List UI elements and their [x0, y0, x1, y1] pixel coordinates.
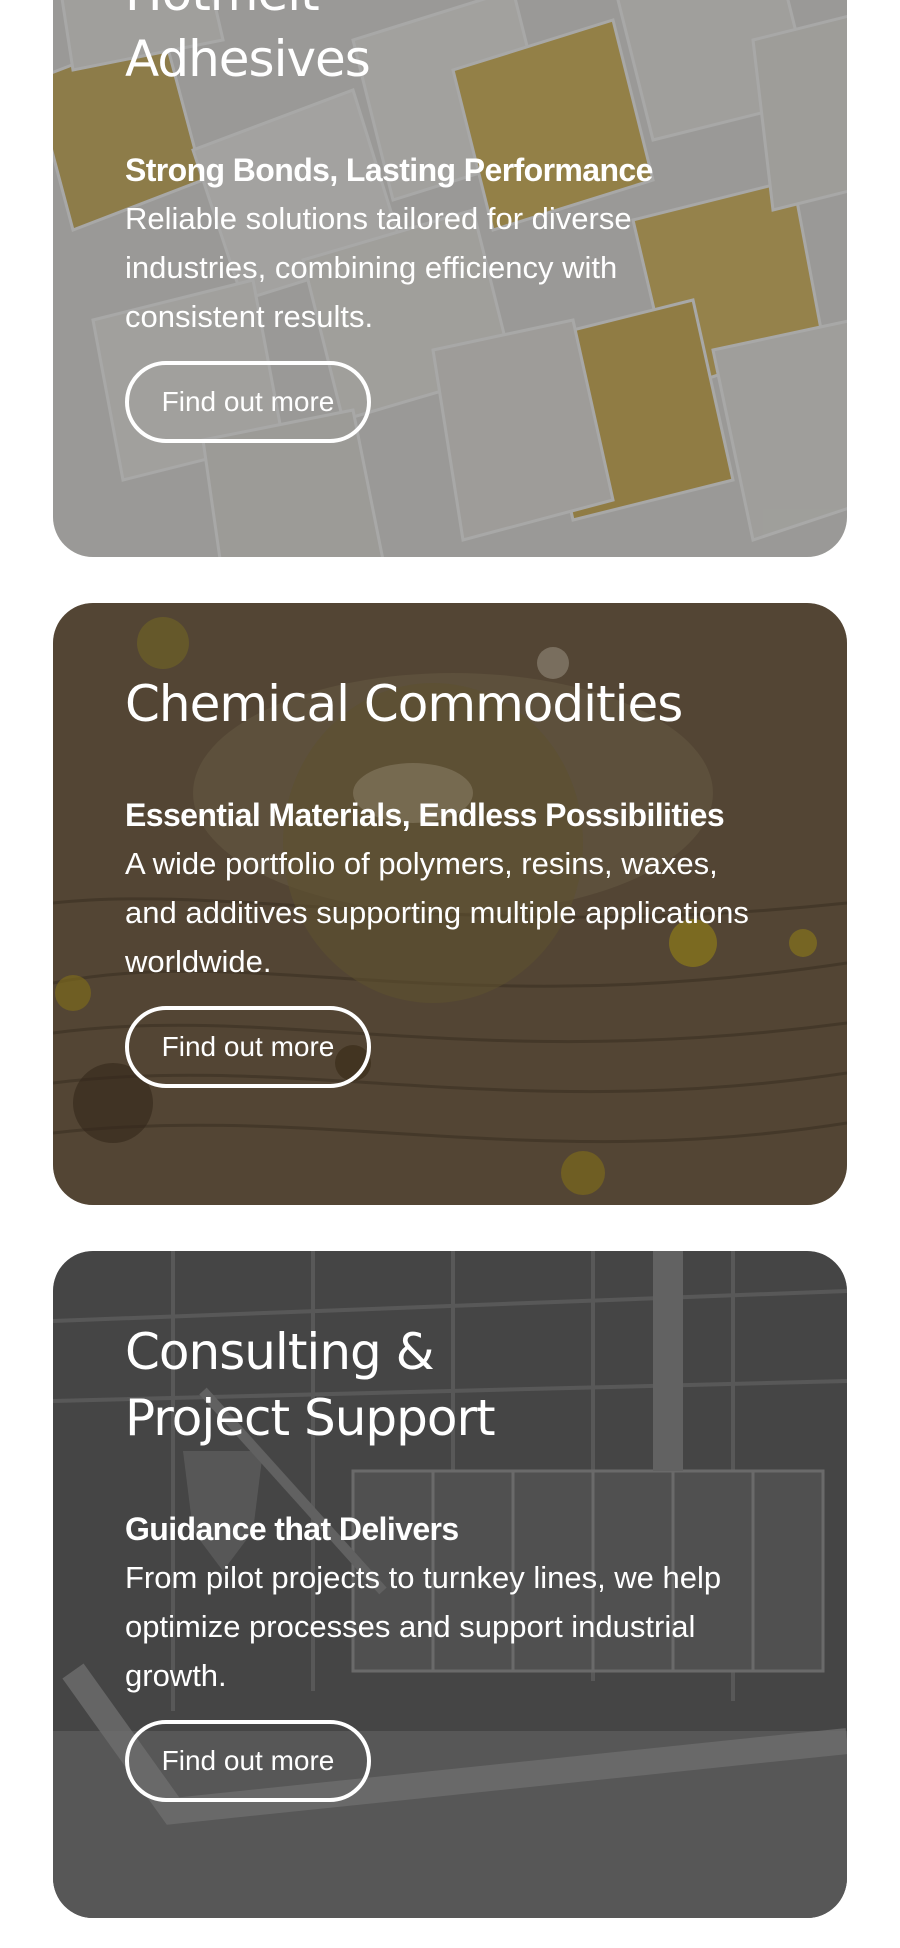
- chemical-commodities-card: Chemical Commodities Essential Materials…: [53, 603, 847, 1205]
- card-content: Consulting & Project Support Guidance th…: [125, 1319, 775, 1802]
- card-title-line-2: Project Support: [125, 1389, 496, 1447]
- button-label: Find out more: [161, 1031, 335, 1062]
- card-content: Hotmelt Adhesives Strong Bonds, Lasting …: [125, 0, 775, 443]
- find-out-more-button[interactable]: Find out more: [125, 361, 371, 443]
- card-title: Consulting & Project Support: [125, 1319, 775, 1451]
- button-label: Find out more: [161, 1745, 335, 1776]
- card-title-line-1: Consulting &: [125, 1323, 435, 1381]
- card-subtitle: Strong Bonds, Lasting Performance: [125, 152, 653, 188]
- find-out-more-button[interactable]: Find out more: [125, 1720, 371, 1802]
- card-title-line-2: Adhesives: [125, 30, 371, 88]
- card-content: Chemical Commodities Essential Materials…: [125, 671, 775, 1088]
- button-label: Find out more: [161, 386, 335, 417]
- card-description: A wide portfolio of polymers, resins, wa…: [125, 846, 749, 979]
- hotmelt-adhesives-card: Hotmelt Adhesives Strong Bonds, Lasting …: [53, 0, 847, 557]
- card-description: From pilot projects to turnkey lines, we…: [125, 1560, 722, 1693]
- card-title-line-1: Hotmelt: [125, 0, 320, 22]
- consulting-project-support-card: Consulting & Project Support Guidance th…: [53, 1251, 847, 1918]
- card-title-line-1: Chemical Commodities: [125, 675, 683, 733]
- find-out-more-button[interactable]: Find out more: [125, 1006, 371, 1088]
- card-subtitle: Essential Materials, Endless Possibiliti…: [125, 797, 725, 833]
- card-title: Chemical Commodities: [125, 671, 775, 737]
- card-description: Reliable solutions tailored for diverse …: [125, 201, 632, 334]
- card-title: Hotmelt Adhesives: [125, 0, 775, 92]
- card-subtitle: Guidance that Delivers: [125, 1511, 459, 1547]
